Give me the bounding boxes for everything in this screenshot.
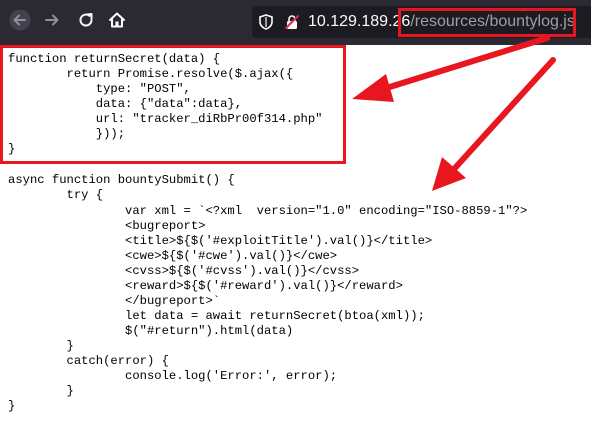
code-line: try { (8, 188, 104, 202)
reload-icon (76, 10, 96, 35)
code-line: async function bountySubmit() { (8, 173, 235, 187)
code-line: let data = await returnSecret(btoa(xml))… (8, 309, 425, 323)
code-line: } (8, 339, 74, 353)
forward-button[interactable] (38, 8, 66, 36)
code-line: <title>${$('#exploitTitle').val()}</titl… (8, 234, 433, 248)
code-line: } (8, 399, 16, 413)
arrow-to-xml-encoding (432, 57, 556, 191)
return-secret-highlight-box (0, 45, 346, 164)
home-button[interactable] (103, 8, 131, 36)
code-line: console.log('Error:', error); (8, 369, 338, 383)
home-icon (107, 10, 127, 35)
code-line: } (8, 384, 74, 398)
reload-button[interactable] (72, 8, 100, 36)
forward-arrow-icon (42, 10, 62, 35)
back-button[interactable] (6, 8, 34, 36)
tracking-shield-icon[interactable] (258, 14, 274, 30)
code-line: <cwe>${$('#cwe').val()}</cwe> (8, 249, 338, 263)
code-line: </bugreport>` (8, 294, 221, 308)
code-line: <bugreport> (8, 219, 206, 233)
code-line: $("#return").html(data) (8, 324, 294, 338)
url-host: 10.129.189.26 (308, 13, 411, 30)
url-path-highlight-box (398, 8, 576, 37)
insecure-lock-icon[interactable] (284, 14, 300, 30)
code-line: catch(error) { (8, 354, 169, 368)
code-line: <reward>${$('#reward').val()}</reward> (8, 279, 403, 293)
code-line: var xml = `<?xml version="1.0" encoding=… (8, 204, 528, 218)
back-arrow-icon (9, 9, 31, 36)
arrow-to-url-call (352, 35, 550, 102)
code-line: <cvss>${$('#cvss').val()}</cvss> (8, 264, 360, 278)
